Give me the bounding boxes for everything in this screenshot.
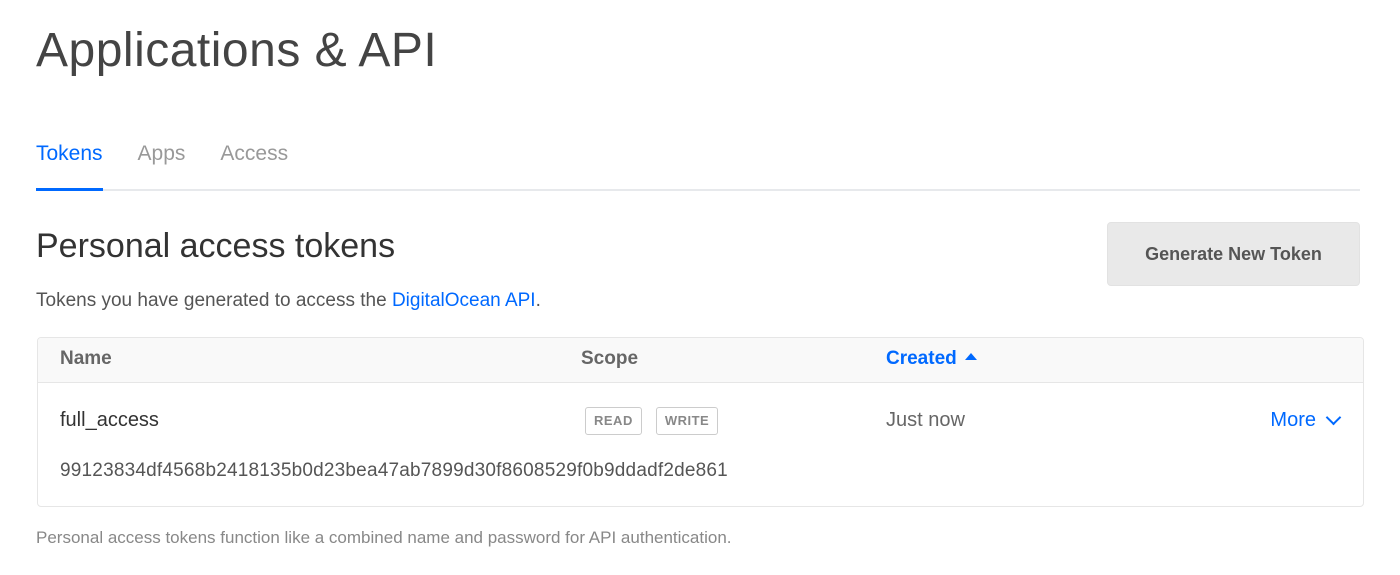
table-row: full_access READ WRITE Just now More 991… xyxy=(38,383,1363,506)
chevron-down-icon xyxy=(1325,409,1342,426)
column-header-name[interactable]: Name xyxy=(60,348,112,370)
tab-bar: Tokens Apps Access xyxy=(36,135,1360,191)
more-label: More xyxy=(1270,409,1316,431)
token-name: full_access xyxy=(60,409,159,431)
column-header-created-label: Created xyxy=(886,348,957,369)
footnote: Personal access tokens function like a c… xyxy=(36,528,732,547)
digitalocean-api-link[interactable]: DigitalOcean API xyxy=(392,290,536,311)
page-title: Applications & API xyxy=(36,24,438,77)
token-table: Name Scope Created full_access READ WRIT… xyxy=(37,337,1364,507)
section-description: Tokens you have generated to access the … xyxy=(36,288,541,314)
description-suffix: . xyxy=(535,290,541,311)
tab-tokens[interactable]: Tokens xyxy=(36,135,103,191)
tab-access[interactable]: Access xyxy=(220,135,288,189)
table-header: Name Scope Created xyxy=(38,338,1363,383)
generate-new-token-button[interactable]: Generate New Token xyxy=(1107,222,1360,286)
tab-apps[interactable]: Apps xyxy=(138,135,186,189)
column-header-scope[interactable]: Scope xyxy=(581,348,638,370)
token-created: Just now xyxy=(886,409,965,431)
scope-badges: READ WRITE xyxy=(585,407,732,435)
token-value[interactable]: 99123834df4568b2418135b0d23bea47ab7899d3… xyxy=(60,460,728,482)
section-title: Personal access tokens xyxy=(36,227,396,265)
more-dropdown[interactable]: More xyxy=(1270,409,1342,432)
description-text: Tokens you have generated to access the xyxy=(36,290,392,311)
scope-badge-read: READ xyxy=(585,407,642,435)
scope-badge-write: WRITE xyxy=(655,407,719,435)
caret-up-icon xyxy=(964,353,977,360)
column-header-created[interactable]: Created xyxy=(886,348,977,370)
